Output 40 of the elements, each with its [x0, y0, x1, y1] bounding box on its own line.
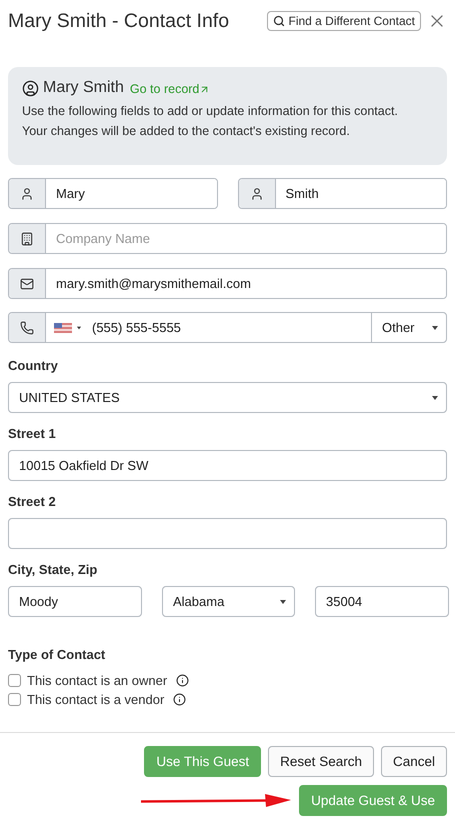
action-button[interactable]: Reset Search [268, 746, 374, 777]
field-label: Country [8, 358, 59, 373]
action-button[interactable]: Cancel [380, 746, 447, 777]
building-icon [20, 232, 34, 246]
info-icon[interactable] [173, 693, 186, 706]
flag-icon[interactable] [54, 322, 72, 332]
arrow-icon [141, 794, 292, 808]
window-title: Mary Smith - Contact Info [8, 10, 230, 32]
phone-field[interactable]: (555) 555-5555 Other [8, 312, 447, 343]
country-select[interactable]: UNITED STATES [8, 382, 447, 413]
field-label: Street 2 [8, 494, 57, 509]
street-field[interactable]: 10015 Oakfield Dr SW [8, 450, 447, 481]
user-circle-icon [22, 80, 39, 96]
state-select[interactable]: Alabama [162, 586, 295, 617]
field-label: Type of Contact [8, 647, 106, 662]
email-field[interactable]: mary.smith@marysmithemail.com [8, 268, 447, 299]
checkbox-label: This contact is a vendor [27, 692, 164, 707]
name-field[interactable]: Smith [238, 178, 447, 209]
field-label: City, State, Zip [8, 562, 98, 577]
find-contact-button[interactable]: Find a Different Contact [267, 11, 421, 31]
checkbox[interactable] [8, 693, 21, 706]
contact-name: Mary Smith [43, 79, 124, 97]
name-field[interactable]: Mary [8, 178, 218, 209]
company-field[interactable]: Company Name [8, 223, 447, 254]
phone-icon [20, 320, 34, 334]
search-icon [273, 15, 286, 27]
mail-icon [20, 276, 34, 290]
info-icon[interactable] [176, 674, 190, 687]
external-link-icon [199, 84, 210, 94]
zip-field[interactable]: 35004 [315, 586, 449, 617]
person-icon [250, 186, 264, 200]
phone-type-select[interactable]: Other [371, 313, 446, 342]
city-field[interactable]: Moody [8, 586, 142, 617]
checkbox[interactable] [8, 674, 21, 687]
info-text: Your changes will be added to the contact's existing record. [22, 123, 351, 140]
info-text: Use the following fields to add or update information for this contact. [22, 103, 399, 120]
field-label: Street 1 [8, 426, 57, 441]
street-field[interactable] [8, 518, 447, 549]
person-icon [20, 186, 34, 200]
checkbox-label: This contact is an owner [27, 673, 168, 688]
